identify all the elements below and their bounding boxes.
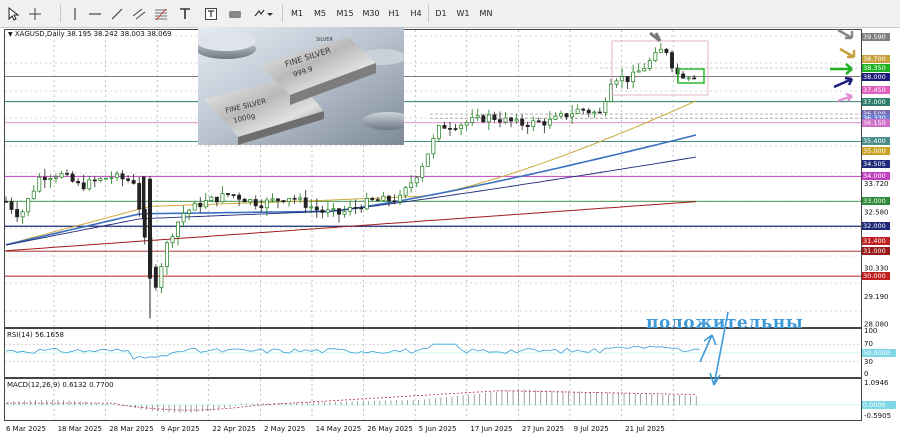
timeframe-d1[interactable]: D1 xyxy=(431,5,451,22)
macd-axis-label: 1.0946 xyxy=(864,379,889,387)
timeframe-m1[interactable]: M1 xyxy=(287,5,307,22)
horizontal-levels xyxy=(5,67,861,277)
price-tag: 38.700 xyxy=(862,55,890,64)
rsi-axis-label: 70 xyxy=(864,340,873,348)
price-label: 33.720 xyxy=(864,180,889,188)
annotation-text: положительны xyxy=(646,313,804,333)
price-tag: 34.505 xyxy=(862,159,890,168)
symbol-info: ▼ XAGUSD,Daily 38.195 38.242 38.003 38.0… xyxy=(8,30,172,38)
timeframe-m5[interactable]: M5 xyxy=(310,5,330,22)
silver-bar-image: FINE SILVER 999.9 FINE SILVER 1000g SILV… xyxy=(198,27,404,145)
rsi-axis-label: 0 xyxy=(864,370,868,378)
timeframe-h1[interactable]: H1 xyxy=(384,5,404,22)
annotation-arrow-rsi xyxy=(699,334,717,363)
price-label: 32.580 xyxy=(864,208,889,216)
fibonacci-icon[interactable] xyxy=(152,4,170,23)
price-tag: 31.400 xyxy=(862,237,890,246)
price-tag: 35.400 xyxy=(862,137,890,146)
channel-icon[interactable] xyxy=(130,4,148,23)
macd-zero-tag: 0.0000 xyxy=(862,401,896,409)
timeframe-mn[interactable]: MN xyxy=(475,5,497,22)
date-label: 27 Jun 2025 xyxy=(522,425,564,433)
vertical-gridlines xyxy=(5,30,861,420)
date-label: 18 Mar 2025 xyxy=(58,425,102,433)
date-label: 28 Mar 2025 xyxy=(109,425,153,433)
price-tag: 37.000 xyxy=(862,97,890,106)
rsi-axis-label: 30 xyxy=(864,358,873,366)
price-level-arrows xyxy=(830,28,856,103)
cursor-icon[interactable] xyxy=(4,4,22,23)
macd-label: MACD(12,26,9) 0.6132 0.7700 xyxy=(7,381,114,389)
shapes-icon[interactable] xyxy=(226,4,244,23)
rsi-value-tag: 50.0000 xyxy=(862,349,896,357)
price-tag: 38.000 xyxy=(862,72,890,81)
date-label: 5 Jun 2025 xyxy=(419,425,457,433)
price-axis: 33.72032.58030.33029.19028.080100703001.… xyxy=(864,180,891,420)
price-tag: 38.350 xyxy=(862,63,890,72)
label-tool-icon[interactable] xyxy=(202,4,220,23)
timeframe-m30[interactable]: M30 xyxy=(359,5,383,22)
macd-axis-label: -0.5905 xyxy=(864,412,891,420)
rsi-label: RSI(14) 56.1658 xyxy=(7,331,64,339)
time-axis: 6 Mar 2025 18 Mar 2025 28 Mar 2025 9 Apr 20… xyxy=(6,425,665,433)
rsi-indicator xyxy=(5,343,861,363)
crosshair-icon[interactable] xyxy=(26,4,44,23)
chart-toolbar: M1 M5 M15 M30 H1 H4 D1 W1 MN xyxy=(0,0,900,28)
macd-pane-frame xyxy=(4,378,862,421)
macd-indicator xyxy=(5,389,861,413)
timeframe-w1[interactable]: W1 xyxy=(453,5,473,22)
trendline-icon[interactable] xyxy=(108,4,126,23)
date-label: 17 Jun 2025 xyxy=(470,425,512,433)
main-pane-frame xyxy=(4,29,862,328)
arrows-tool-icon[interactable] xyxy=(252,4,274,23)
text-tool-icon[interactable] xyxy=(176,4,194,23)
triangle-down-icon: ▼ xyxy=(8,31,13,38)
symbol-info-text: XAGUSD,Daily 38.195 38.242 38.003 38.069 xyxy=(14,30,172,38)
price-chart[interactable]: 33.72032.58030.33029.19028.080100703001.… xyxy=(0,27,900,441)
timeframe-h4[interactable]: H4 xyxy=(406,5,426,22)
price-tag: 36.150 xyxy=(862,118,890,127)
timeframe-m15[interactable]: M15 xyxy=(333,5,357,22)
price-tag: 33.000 xyxy=(862,197,890,206)
bar-side-text: SILVER xyxy=(316,37,333,43)
date-label: 26 May 2025 xyxy=(367,425,413,433)
date-label: 2 May 2025 xyxy=(264,425,305,433)
price-tag: 34.000 xyxy=(862,172,890,181)
chart-window: 33.720 32.580 30.330 29.190 28.080 100 70 30 0 1.… xyxy=(0,27,900,441)
price-tag: 32.000 xyxy=(862,222,890,231)
date-label: 6 Mar 2025 xyxy=(6,425,46,433)
date-label: 22 Apr 2025 xyxy=(212,425,255,433)
date-label: 14 May 2025 xyxy=(316,425,362,433)
horizontal-line-icon[interactable] xyxy=(86,4,104,23)
date-label: 21 Jul 2025 xyxy=(625,425,665,433)
terminal-window: M1 M5 M15 M30 H1 H4 D1 W1 MN 33.720 32.5… xyxy=(0,0,900,441)
price-label: 29.190 xyxy=(864,293,889,301)
price-tag: 39.590 xyxy=(862,33,890,41)
price-tag: 37.450 xyxy=(862,86,890,95)
date-label: 9 Apr 2025 xyxy=(161,425,200,433)
price-tag: 30.000 xyxy=(862,272,890,281)
price-tag: 35.000 xyxy=(862,147,890,156)
arrow-mark xyxy=(649,31,662,43)
rsi-axis-label: 100 xyxy=(864,327,877,335)
price-tag: 31.000 xyxy=(862,247,890,256)
vertical-line-icon[interactable] xyxy=(66,4,84,23)
date-label: 9 Jul 2025 xyxy=(574,425,609,433)
